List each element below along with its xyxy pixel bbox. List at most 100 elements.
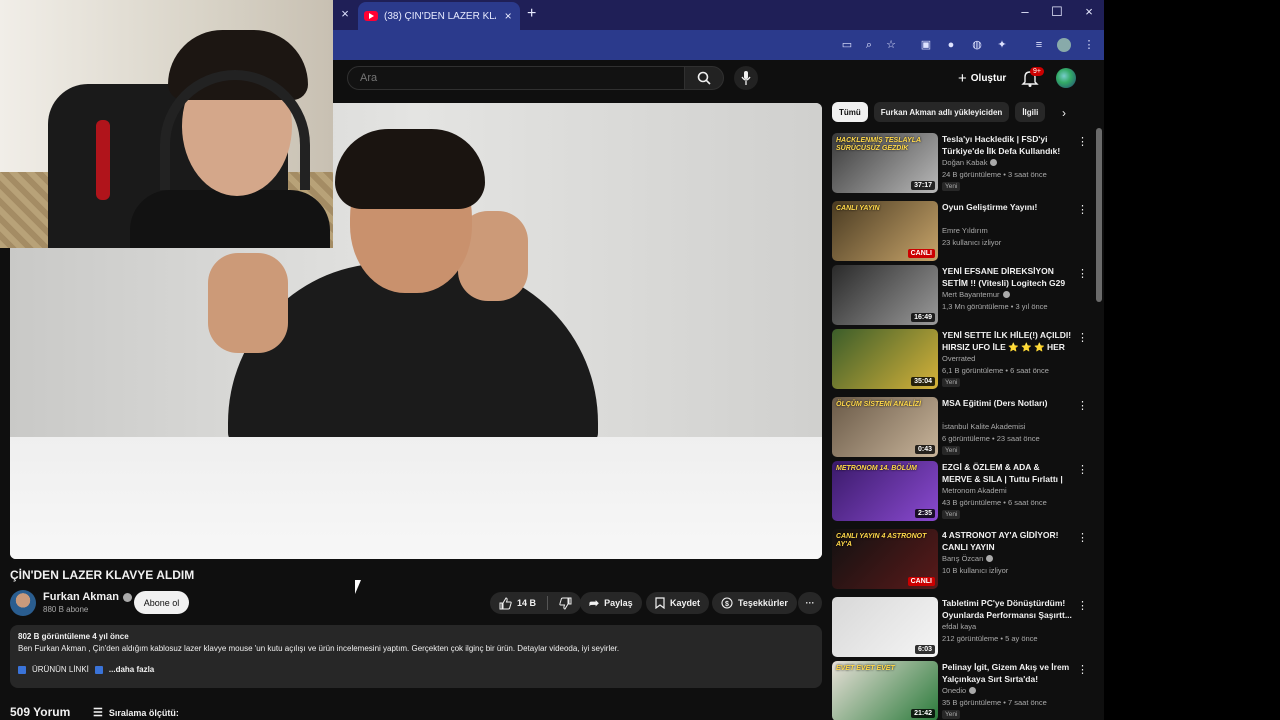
- recommended-video-title[interactable]: EZGİ & ÖZLEM & ADA & MERVE & SILA | Tutt…: [942, 461, 1072, 485]
- cast-icon[interactable]: ▭: [840, 38, 854, 52]
- chip-related[interactable]: İlgili: [1015, 102, 1046, 122]
- video-thumbnail[interactable]: METRONOM 14. BÖLÜM 2:35: [832, 461, 938, 521]
- more-actions-button[interactable]: ···: [798, 592, 822, 614]
- recommended-video[interactable]: CANLI YAYIN 4 ASTRONOT AY'A CANLI 4 ASTRON…: [832, 529, 1092, 589]
- recommended-channel[interactable]: İstanbul Kalite Akademisi: [942, 422, 1025, 431]
- channel-avatar[interactable]: [10, 590, 36, 616]
- recommended-stats: 24 B görüntüleme • 3 saat önce: [942, 170, 1047, 179]
- new-badge: Yeni: [942, 182, 961, 191]
- video-thumbnail[interactable]: 35:04: [832, 329, 938, 389]
- verified-icon: [990, 159, 998, 166]
- thanks-button[interactable]: $ Teşekkürler: [712, 592, 797, 614]
- kebab-menu-icon[interactable]: ⋮: [1077, 531, 1088, 544]
- scrollbar[interactable]: [1096, 128, 1102, 302]
- recommended-video-title[interactable]: YENİ SETTE İLK HİLE(!) AÇILDI! HIRSIZ UF…: [942, 329, 1072, 353]
- tab-active[interactable]: (38) ÇİN'DEN LAZER KLAVYE AL ×: [358, 2, 520, 30]
- chip-from-uploader[interactable]: Furkan Akman adlı yükleyiciden: [873, 102, 1010, 122]
- save-button[interactable]: Kaydet: [646, 592, 710, 614]
- recommended-video[interactable]: CANLI YAYIN CANLI Oyun Geliştirme Yayını! E…: [832, 201, 1092, 261]
- video-person-hair: [335, 129, 485, 209]
- chevron-right-icon[interactable]: ›: [1062, 106, 1066, 120]
- video-thumbnail[interactable]: HACKLENMİŞ TESLAYLA SÜRÜCÜSÜZ GEZDİK 37:1…: [832, 133, 938, 193]
- video-thumbnail[interactable]: EVET EVET EVET 21:42: [832, 661, 938, 720]
- recommended-channel[interactable]: Overrated: [942, 354, 975, 363]
- recommended-video[interactable]: 35:04 YENİ SETTE İLK HİLE(!) AÇILDI! HIRS…: [832, 329, 1092, 389]
- recommended-channel[interactable]: Barış Özcan: [942, 554, 994, 563]
- recommended-channel[interactable]: Metronom Akademi: [942, 486, 1007, 495]
- video-thumbnail[interactable]: CANLI YAYIN CANLI: [832, 201, 938, 261]
- kebab-menu-icon[interactable]: ⋮: [1077, 331, 1088, 344]
- recommended-stats: 6 görüntüleme • 23 saat önce: [942, 434, 1040, 443]
- minimize-button[interactable]: –: [1015, 4, 1035, 19]
- search-box[interactable]: [347, 66, 685, 90]
- video-thumbnail[interactable]: ÖLÇÜM SİSTEMİ ANALİZİ 0:43: [832, 397, 938, 457]
- webcam-overlay: [0, 0, 333, 248]
- thanks-label: Teşekkürler: [738, 598, 788, 608]
- chip-all[interactable]: Tümü: [832, 102, 868, 122]
- recommended-stats: 35 B görüntüleme • 7 saat önce: [942, 698, 1047, 707]
- screen-margin: [1104, 0, 1280, 720]
- recommended-stats: 1,3 Mn görüntüleme • 3 yıl önce: [942, 302, 1048, 311]
- maximize-button[interactable]: ☐: [1047, 4, 1067, 20]
- account-avatar[interactable]: [1056, 68, 1076, 88]
- create-button[interactable]: + Oluştur: [950, 66, 1014, 90]
- youtube-favicon-icon: [364, 11, 378, 21]
- subscribe-button[interactable]: Abone ol: [134, 591, 189, 614]
- new-badge: Yeni: [942, 446, 961, 455]
- description-box[interactable]: 802 B görüntüleme 4 yıl önce Ben Furkan …: [10, 625, 822, 688]
- kebab-menu-icon[interactable]: ⋮: [1077, 203, 1088, 216]
- extensions-puzzle-icon[interactable]: ✦: [995, 38, 1009, 52]
- recommended-video-title[interactable]: YENİ EFSANE DİREKSİYON SETİM !! (Vitesli…: [942, 265, 1072, 289]
- recommended-video[interactable]: METRONOM 14. BÖLÜM 2:35 EZGİ & ÖZLEM & ADA…: [832, 461, 1092, 521]
- menu-kebab-icon[interactable]: ⋮: [1082, 38, 1096, 52]
- bookmark-star-icon[interactable]: ☆: [884, 38, 898, 52]
- recommended-channel[interactable]: Mert Bayantemur: [942, 290, 1010, 299]
- tab-close-icon[interactable]: ×: [502, 9, 514, 23]
- recommended-video[interactable]: 6:03 Tabletimi PC'ye Dönüştürdüm! Oyunlar…: [832, 597, 1092, 657]
- recommended-channel[interactable]: Doğan Kabak: [942, 158, 998, 167]
- new-tab-button[interactable]: +: [527, 5, 536, 23]
- video-thumbnail[interactable]: CANLI YAYIN 4 ASTRONOT AY'A CANLI: [832, 529, 938, 589]
- recommended-video-title[interactable]: Tesla'yı Hackledik | FSD'yi Türkiye'de İ…: [942, 133, 1072, 157]
- close-tab-icon[interactable]: ×: [336, 5, 354, 23]
- recommended-channel[interactable]: Emre Yıldırım: [942, 226, 988, 235]
- recommended-channel-name: Overrated: [942, 354, 976, 363]
- media-controls-icon[interactable]: ≡: [1032, 38, 1046, 52]
- video-table: [10, 437, 822, 559]
- recommended-video-title[interactable]: Pelinay İgit, Gizem Akış ve İrem Yalçınk…: [942, 661, 1072, 685]
- sort-comments-button[interactable]: ☰ Sıralama ölçütü:: [93, 706, 179, 719]
- recommended-video[interactable]: HACKLENMİŞ TESLAYLA SÜRÜCÜSÜZ GEZDİK 37:1…: [832, 133, 1092, 193]
- video-thumbnail[interactable]: 16:49: [832, 265, 938, 325]
- recommended-video-title[interactable]: MSA Eğitimi (Ders Notları): [942, 397, 1072, 409]
- zoom-icon[interactable]: ⌕: [862, 38, 876, 52]
- thumbs-down-icon[interactable]: [559, 597, 572, 610]
- profile-icon[interactable]: [1057, 38, 1071, 52]
- search-input[interactable]: [348, 67, 684, 89]
- kebab-menu-icon[interactable]: ⋮: [1077, 663, 1088, 676]
- kebab-menu-icon[interactable]: ⋮: [1077, 135, 1088, 148]
- extension-icon[interactable]: ▣: [919, 38, 933, 52]
- close-window-button[interactable]: ×: [1079, 4, 1099, 19]
- recommended-channel[interactable]: efdal kaya: [942, 622, 976, 631]
- kebab-menu-icon[interactable]: ⋮: [1077, 399, 1088, 412]
- channel-name-text: Furkan Akman: [43, 591, 120, 603]
- kebab-menu-icon[interactable]: ⋮: [1077, 599, 1088, 612]
- like-button[interactable]: 14 B: [499, 596, 536, 610]
- kebab-menu-icon[interactable]: ⋮: [1077, 267, 1088, 280]
- recommended-video-title[interactable]: Tabletimi PC'ye Dönüştürdüm! Oyunlarda P…: [942, 597, 1072, 621]
- share-button[interactable]: ➦ Paylaş: [580, 592, 642, 614]
- recommended-video-title[interactable]: 4 ASTRONOT AY'A GİDİYOR! CANLI YAYIN: [942, 529, 1072, 553]
- video-thumbnail[interactable]: 6:03: [832, 597, 938, 657]
- show-more-link[interactable]: ...daha fazla: [109, 665, 154, 674]
- channel-name[interactable]: Furkan Akman: [43, 591, 133, 603]
- extension-icon[interactable]: ◍: [970, 38, 984, 52]
- recommended-video[interactable]: ÖLÇÜM SİSTEMİ ANALİZİ 0:43 MSA Eğitimi (De…: [832, 397, 1092, 457]
- recommended-channel[interactable]: Onedio: [942, 686, 977, 695]
- voice-search-button[interactable]: [734, 66, 758, 90]
- extension-icon[interactable]: ●: [944, 38, 958, 52]
- search-button[interactable]: [684, 66, 724, 90]
- recommended-video[interactable]: 16:49 YENİ EFSANE DİREKSİYON SETİM !! (Vi…: [832, 265, 1092, 325]
- recommended-video[interactable]: EVET EVET EVET 21:42 Pelinay İgit, Gizem A…: [832, 661, 1092, 720]
- recommended-video-title[interactable]: Oyun Geliştirme Yayını!: [942, 201, 1072, 213]
- kebab-menu-icon[interactable]: ⋮: [1077, 463, 1088, 476]
